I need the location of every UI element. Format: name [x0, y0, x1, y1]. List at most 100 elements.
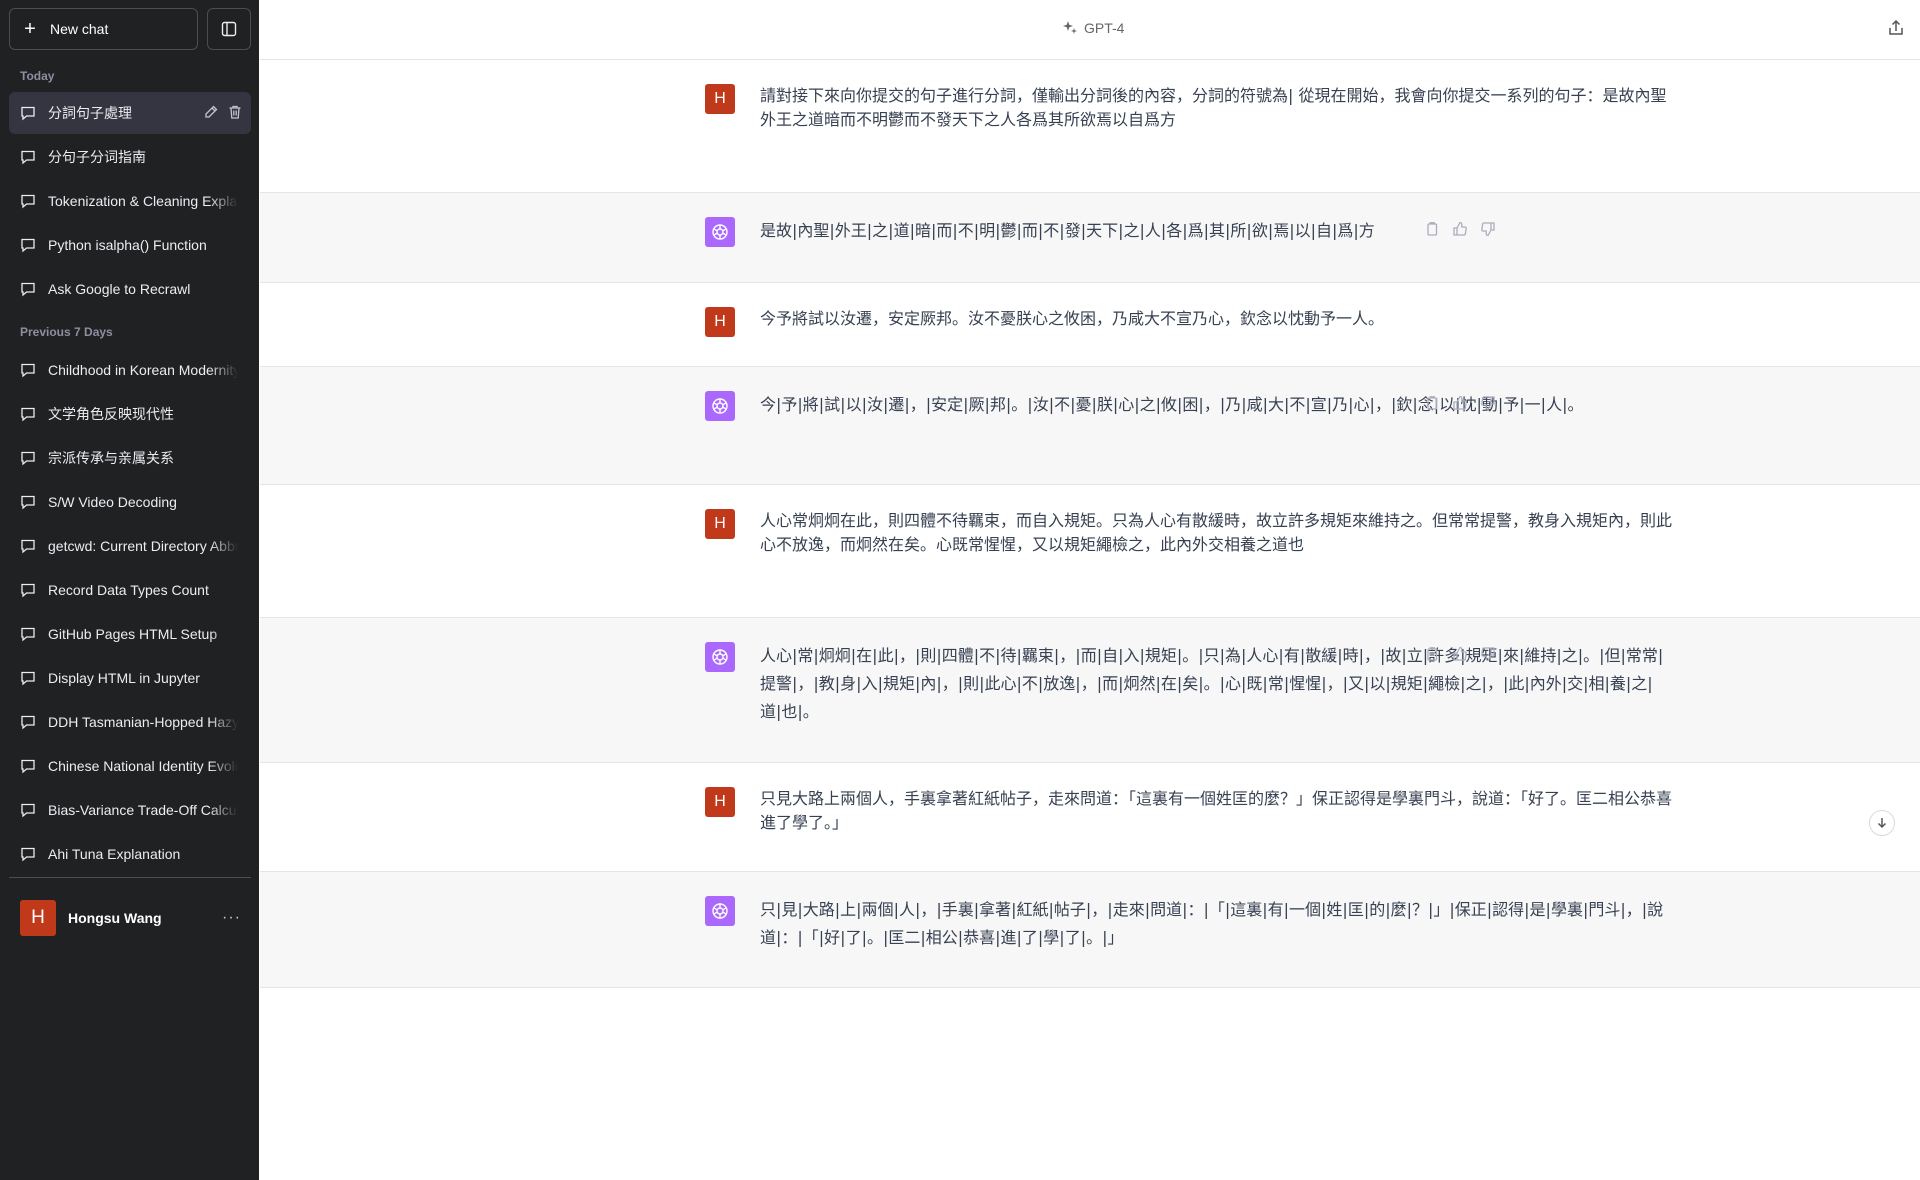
- sidebar-chat-item[interactable]: 文学角色反映现代性: [9, 393, 251, 435]
- message-text: 今|予|將|試|以|汝|遷|，|安定|厥|邦|。|汝|不|憂|朕|心|之|攸|困…: [760, 395, 1584, 414]
- chat-bubble-icon: [21, 150, 35, 165]
- more-options-icon[interactable]: ···: [222, 909, 241, 927]
- sidebar-chat-item[interactable]: Python isalpha() Function: [9, 224, 251, 266]
- chat-item-label: 宗派传承与亲属关系: [48, 450, 174, 466]
- user-message: H 今予將試以汝遷，安定厥邦。汝不憂朕心之攸困，乃咸大不宣乃心，欽念以忱動予一人…: [260, 283, 1920, 367]
- sidebar-toggle-button[interactable]: [207, 8, 251, 50]
- sidebar-chat-item[interactable]: Ask Google to Recrawl: [9, 268, 251, 310]
- edit-icon[interactable]: [203, 104, 219, 120]
- sidebar-chat-item[interactable]: getcwd: Current Directory Abbreviation: [9, 525, 251, 567]
- message-text: 是故|內聖|外王|之|道|暗|而|不|明|鬱|而|不|發|天下|之|人|各|爲|…: [760, 221, 1375, 240]
- chat-item-label: Chinese National Identity Evolution: [48, 758, 238, 774]
- chat-bubble-icon: [21, 803, 35, 818]
- chat-bubble-icon: [21, 106, 35, 121]
- message-text: 只|見|大路|上|兩個|人|，|手裏|拿著|紅紙|帖子|，|走來|問道|：|「|…: [760, 900, 1664, 947]
- chat-bubble-icon: [21, 363, 35, 378]
- chatgpt-logo-icon: [705, 642, 735, 672]
- message-text: 今予將試以汝遷，安定厥邦。汝不憂朕心之攸困，乃咸大不宣乃心，欽念以忱動予一人。: [760, 309, 1385, 328]
- chatgpt-logo-icon: [705, 391, 735, 421]
- scroll-to-bottom-button[interactable]: [1869, 810, 1895, 836]
- sidebar: + New chat Today 分詞句子處理 分句子分词指南 Tokeniza…: [0, 0, 259, 1180]
- chat-item-label: 文学角色反映现代性: [48, 406, 174, 422]
- chat-item-label: Bias-Variance Trade-Off Calculation: [48, 802, 238, 818]
- message-actions: [1424, 221, 1496, 237]
- chat-item-label: GitHub Pages HTML Setup: [48, 626, 218, 642]
- message-text: 請對接下來向你提交的句子進行分詞，僅輸出分詞後的內容，分詞的符號為| 從現在開始…: [760, 86, 1667, 129]
- chat-item-label: Ask Google to Recrawl: [48, 281, 191, 297]
- sidebar-chat-item[interactable]: S/W Video Decoding: [9, 481, 251, 523]
- sidebar-chat-item[interactable]: Tokenization & Cleaning Explanation: [9, 180, 251, 222]
- chat-item-label: S/W Video Decoding: [48, 494, 177, 510]
- share-icon[interactable]: [1886, 18, 1906, 38]
- thumbs-up-icon[interactable]: [1452, 221, 1468, 237]
- user-avatar: H: [20, 900, 56, 936]
- model-selector[interactable]: GPT-4: [1062, 20, 1124, 36]
- sidebar-toggle-icon: [221, 21, 237, 37]
- thumbs-down-icon[interactable]: [1480, 646, 1496, 662]
- sidebar-chat-item[interactable]: Ahi Tuna Explanation: [9, 833, 251, 875]
- sidebar-chat-item[interactable]: DDH Tasmanian-Hopped Hazy IPA: [9, 701, 251, 743]
- delete-icon[interactable]: [227, 104, 243, 120]
- chat-bubble-icon: [21, 407, 35, 422]
- chat-bubble-icon: [21, 282, 35, 297]
- copy-icon[interactable]: [1424, 221, 1440, 237]
- thumbs-up-icon[interactable]: [1452, 646, 1468, 662]
- user-avatar: H: [705, 307, 735, 337]
- message-text: 只見大路上兩個人，手裏拿著紅紙帖子，走來問道：「這裏有一個姓匡的麼？」保正認得是…: [760, 789, 1673, 832]
- chat-bubble-icon: [21, 451, 35, 466]
- chat-item-label: Record Data Types Count: [48, 582, 209, 598]
- copy-icon[interactable]: [1424, 395, 1440, 411]
- chat-bubble-icon: [21, 539, 35, 554]
- chat-bubble-icon: [21, 238, 35, 253]
- user-name: Hongsu Wang: [68, 910, 162, 926]
- plus-icon: +: [24, 18, 36, 40]
- chat-bubble-icon: [21, 759, 35, 774]
- chat-item-label: getcwd: Current Directory Abbreviation: [48, 538, 238, 554]
- user-message: H 請對接下來向你提交的句子進行分詞，僅輸出分詞後的內容，分詞的符號為| 從現在…: [260, 60, 1920, 193]
- chat-item-label: Python isalpha() Function: [48, 237, 207, 253]
- chat-bubble-icon: [21, 583, 35, 598]
- chat-bubble-icon: [21, 847, 35, 862]
- sidebar-chat-item[interactable]: Display HTML in Jupyter: [9, 657, 251, 699]
- top-bar: GPT-4: [260, 0, 1920, 60]
- assistant-message: 人心|常|炯炯|在|此|，|則|四體|不|待|羈束|，|而|自|入|規矩|。|只…: [260, 618, 1920, 763]
- chat-item-label: Childhood in Korean Modernity: [48, 362, 238, 378]
- new-chat-label: New chat: [50, 21, 109, 37]
- user-avatar: H: [705, 787, 735, 817]
- sidebar-chat-item[interactable]: Bias-Variance Trade-Off Calculation: [9, 789, 251, 831]
- message-actions: [1424, 646, 1496, 662]
- user-message: H 只見大路上兩個人，手裏拿著紅紙帖子，走來問道：「這裏有一個姓匡的麼？」保正認…: [260, 763, 1920, 872]
- new-chat-button[interactable]: + New chat: [9, 8, 198, 50]
- sidebar-chat-item-active[interactable]: 分詞句子處理: [9, 92, 251, 134]
- chat-bubble-icon: [21, 627, 35, 642]
- arrow-down-icon: [1877, 818, 1887, 829]
- main-panel: GPT-4 H 請對接下來向你提交的句子進行分詞，僅輸出分詞後的內容，分詞的符號…: [260, 0, 1920, 1180]
- chat-item-label: DDH Tasmanian-Hopped Hazy IPA: [48, 714, 238, 730]
- sidebar-divider: [9, 877, 251, 878]
- message-actions: [1424, 395, 1496, 411]
- user-menu[interactable]: H Hongsu Wang ···: [9, 893, 251, 943]
- sidebar-chat-item[interactable]: 宗派传承与亲属关系: [9, 437, 251, 479]
- thumbs-down-icon[interactable]: [1480, 395, 1496, 411]
- copy-icon[interactable]: [1424, 646, 1440, 662]
- thumbs-up-icon[interactable]: [1452, 395, 1468, 411]
- sidebar-chat-item[interactable]: Chinese National Identity Evolution: [9, 745, 251, 787]
- sidebar-chat-item[interactable]: Childhood in Korean Modernity: [9, 349, 251, 391]
- chat-bubble-icon: [21, 194, 35, 209]
- chat-item-label: Display HTML in Jupyter: [48, 670, 200, 686]
- sparkle-icon: [1063, 21, 1077, 34]
- user-message: H 人心常炯炯在此，則四體不待羈束，而自入規矩。只為人心有散緩時，故立許多規矩來…: [260, 485, 1920, 618]
- section-label-previous-7-days: Previous 7 Days: [20, 325, 113, 339]
- chat-item-label: 分句子分词指南: [48, 149, 146, 165]
- chat-bubble-icon: [21, 671, 35, 686]
- chat-bubble-icon: [21, 715, 35, 730]
- chatgpt-logo-icon: [705, 217, 735, 247]
- sidebar-chat-item[interactable]: Record Data Types Count: [9, 569, 251, 611]
- sidebar-chat-item[interactable]: GitHub Pages HTML Setup: [9, 613, 251, 655]
- sidebar-chat-item[interactable]: 分句子分词指南: [9, 136, 251, 178]
- chatgpt-logo-icon: [705, 896, 735, 926]
- thumbs-down-icon[interactable]: [1480, 221, 1496, 237]
- message-text: 人心|常|炯炯|在|此|，|則|四體|不|待|羈束|，|而|自|入|規矩|。|只…: [760, 646, 1664, 721]
- assistant-message: 是故|內聖|外王|之|道|暗|而|不|明|鬱|而|不|發|天下|之|人|各|爲|…: [260, 193, 1920, 283]
- chat-bubble-icon: [21, 495, 35, 510]
